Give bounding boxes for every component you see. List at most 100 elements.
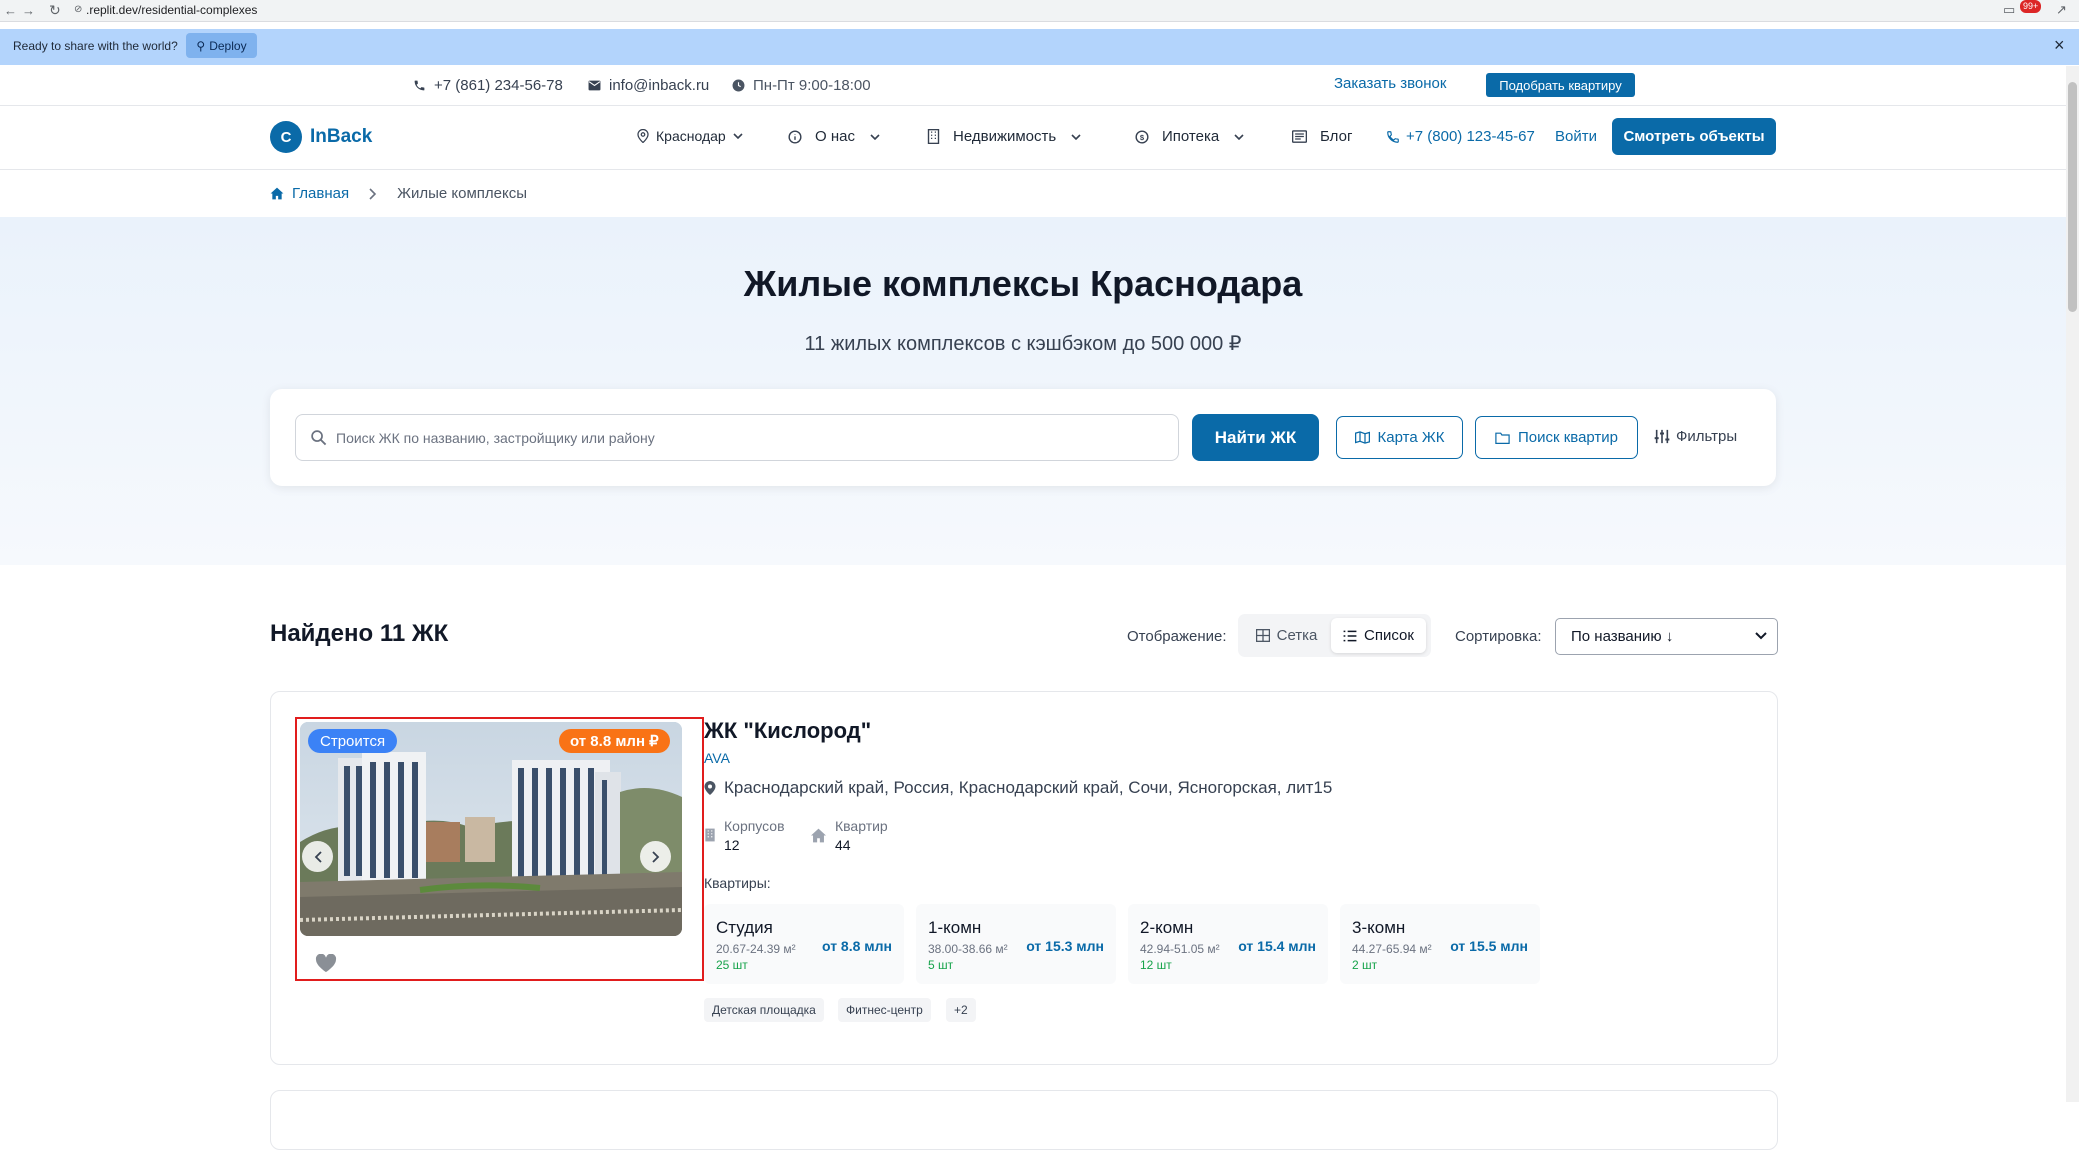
buildings-label: Корпусов xyxy=(724,818,785,834)
close-banner-icon[interactable]: × xyxy=(2054,35,2065,56)
view-grid-button[interactable]: Сетка xyxy=(1244,618,1329,653)
flat-type-count: 5 шт xyxy=(928,958,954,972)
back-icon[interactable]: ← xyxy=(4,3,17,18)
map-icon xyxy=(1354,431,1370,444)
topbar-email[interactable]: info@inback.ru xyxy=(588,77,709,94)
flats-count-stat: Квартир 44 xyxy=(810,818,888,853)
chevron-right-icon xyxy=(651,850,659,863)
chevron-left-icon xyxy=(314,850,322,863)
logo-mark[interactable]: C xyxy=(270,121,302,153)
nav-realty-label: Недвижимость xyxy=(953,128,1057,145)
deploy-button[interactable]: ⚲ Deploy xyxy=(186,33,257,58)
chevron-down-icon xyxy=(1234,133,1244,140)
flat-type-card[interactable]: 1-комн 38.00-38.66 м² 5 шт от 15.3 млн xyxy=(916,904,1116,984)
flat-type-card[interactable]: 3-комн 44.27-65.94 м² 2 шт от 15.5 млн xyxy=(1340,904,1540,984)
flat-type-price: от 8.8 млн xyxy=(821,938,892,954)
pick-flat-button[interactable]: Подобрать квартиру xyxy=(1486,73,1635,97)
open-external-icon[interactable]: ↗ xyxy=(2056,2,2067,18)
find-complex-button[interactable]: Найти ЖК xyxy=(1192,414,1319,461)
flat-search-button[interactable]: Поиск квартир xyxy=(1475,416,1638,459)
carousel-next-button[interactable] xyxy=(640,841,671,872)
comments-icon[interactable]: ▭ xyxy=(2003,2,2015,18)
flats-count-value: 44 xyxy=(835,837,851,853)
phone-icon xyxy=(1387,130,1399,143)
home-icon xyxy=(270,187,284,200)
flat-type-card[interactable]: Студия 20.67-24.39 м² 25 шт от 8.8 млн xyxy=(704,904,904,984)
nav-phone-link[interactable]: +7 (800) 123-45-67 xyxy=(1386,128,1535,145)
chevron-down-icon xyxy=(870,133,880,140)
nav-about-dropdown[interactable]: О нас xyxy=(788,128,880,145)
flat-type-card[interactable]: 2-комн 42.94-51.05 м² 12 шт от 15.4 млн xyxy=(1128,904,1328,984)
complex-name[interactable]: ЖК "Кислород" xyxy=(704,718,871,744)
complex-card[interactable] xyxy=(270,1090,1778,1150)
list-icon xyxy=(1343,630,1357,641)
login-link[interactable]: Войти xyxy=(1555,128,1597,145)
complex-map-label: Карта ЖК xyxy=(1377,429,1445,446)
notification-badge[interactable]: 99+ xyxy=(2020,0,2042,13)
flat-type-name: 3-комн xyxy=(1352,918,1406,937)
newspaper-icon xyxy=(1292,130,1307,143)
nav-about-label: О нас xyxy=(815,128,855,145)
folder-icon xyxy=(1495,432,1510,444)
price-badge: от 8.8 млн ₽ xyxy=(559,729,670,753)
deploy-label: Deploy xyxy=(209,38,247,53)
sliders-icon xyxy=(1654,429,1670,444)
nav-realty-dropdown[interactable]: Недвижимость xyxy=(927,128,1081,145)
phone-icon xyxy=(414,80,425,91)
search-input[interactable] xyxy=(336,415,1166,460)
topbar-email-text: info@inback.ru xyxy=(609,77,710,94)
site-info-icon[interactable]: ⊘ xyxy=(74,4,82,15)
order-call-link[interactable]: Заказать звонок xyxy=(1334,75,1446,92)
chevron-down-icon xyxy=(733,133,743,139)
status-badge: Строится xyxy=(308,729,398,753)
flat-type-price: от 15.5 млн xyxy=(1450,938,1528,954)
breadcrumb-current: Жилые комплексы xyxy=(397,185,527,202)
location-pin-icon xyxy=(637,129,649,143)
view-list-button[interactable]: Список xyxy=(1331,618,1426,653)
logo-text[interactable]: InBack xyxy=(310,126,372,148)
complex-address: Краснодарский край, Россия, Краснодарски… xyxy=(704,778,1332,798)
forward-icon[interactable]: → xyxy=(22,3,35,18)
flat-type-area: 42.94-51.05 м² xyxy=(1140,942,1220,956)
topbar-hours-text: Пн-Пт 9:00-18:00 xyxy=(753,77,871,94)
location-pin-icon xyxy=(704,781,716,795)
sort-select[interactable]: По названию ↓ xyxy=(1555,618,1778,655)
contact-bar xyxy=(0,66,2066,106)
search-field[interactable] xyxy=(295,414,1179,461)
flats-count-label: Квартир xyxy=(835,818,888,834)
complex-address-text: Краснодарский край, Россия, Краснодарски… xyxy=(724,778,1333,797)
nav-mortgage-label: Ипотека xyxy=(1162,128,1220,145)
flat-type-price: от 15.3 млн xyxy=(1026,938,1104,954)
topbar-phone-text: +7 (861) 234-56-78 xyxy=(434,77,563,94)
breadcrumb-home-link[interactable]: Главная xyxy=(270,185,349,202)
chevron-right-icon xyxy=(369,187,377,200)
sort-select-value: По названию ↓ xyxy=(1571,628,1674,645)
browser-toolbar xyxy=(0,0,2079,22)
developer-link[interactable]: AVA xyxy=(704,750,730,766)
building-icon xyxy=(927,129,940,144)
home-icon xyxy=(811,828,826,843)
nav-city-dropdown[interactable]: Краснодар xyxy=(637,128,743,144)
flat-type-count: 25 шт xyxy=(716,958,748,972)
scrollbar-thumb[interactable] xyxy=(2068,82,2077,312)
flat-type-name: 2-комн xyxy=(1140,918,1194,937)
breadcrumb: Главная Жилые комплексы xyxy=(270,185,527,202)
complex-map-button[interactable]: Карта ЖК xyxy=(1336,416,1463,459)
carousel-prev-button[interactable] xyxy=(302,841,333,872)
amenity-more-tag[interactable]: +2 xyxy=(946,998,976,1022)
view-list-label: Список xyxy=(1364,627,1414,644)
nav-mortgage-dropdown[interactable]: $ Ипотека xyxy=(1135,128,1244,145)
display-mode-label: Отображение: xyxy=(1127,628,1227,645)
flat-type-price: от 15.4 млн xyxy=(1238,938,1316,954)
heart-icon[interactable] xyxy=(315,954,337,973)
amenity-tag: Детская площадка xyxy=(704,998,824,1022)
share-banner xyxy=(0,29,2079,65)
nav-phone-text: +7 (800) 123-45-67 xyxy=(1406,128,1535,145)
reload-icon[interactable]: ↻ xyxy=(49,2,61,19)
topbar-phone[interactable]: +7 (861) 234-56-78 xyxy=(413,77,563,94)
view-objects-button[interactable]: Смотреть объекты xyxy=(1612,118,1776,155)
nav-blog-link[interactable]: Блог xyxy=(1292,128,1352,145)
address-bar-url[interactable]: .replit.dev/residential-complexes xyxy=(86,3,257,17)
filters-button[interactable]: Фильтры xyxy=(1654,428,1737,445)
nav-blog-label: Блог xyxy=(1320,128,1353,145)
